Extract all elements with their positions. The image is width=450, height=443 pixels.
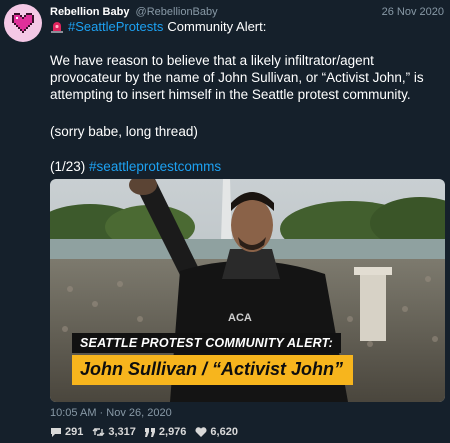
alert-suffix: Community Alert: xyxy=(167,19,267,34)
heart-icon xyxy=(195,426,207,437)
tweet-aside: (sorry babe, long thread) xyxy=(50,124,198,139)
thread-counter: (1/23) #seattleprotestcomms xyxy=(50,159,221,174)
photo-caption: SEATTLE PROTEST COMMUNITY ALERT: John Su… xyxy=(72,333,354,385)
pixel-heart-icon xyxy=(12,13,34,33)
quotes-count: 2,976 xyxy=(158,426,187,438)
caption-main: John Sullivan / “Activist John” xyxy=(72,355,354,385)
retweets-stat[interactable]: 3,317 xyxy=(92,426,136,438)
shirt-text: ACA xyxy=(228,312,252,324)
tweet-body: We have reason to believe that a likely … xyxy=(50,53,424,102)
quotes-stat[interactable]: 2,976 xyxy=(144,426,187,438)
reply-icon xyxy=(51,427,61,437)
tweet-media[interactable]: ACA SEATTLE PROTEST COMMUNITY ALERT: Joh… xyxy=(50,179,445,402)
thread-hashtag-link[interactable]: #seattleprotestcomms xyxy=(89,159,221,174)
replies-stat[interactable]: 291 xyxy=(50,426,83,438)
replies-count: 291 xyxy=(65,426,84,438)
engagement-stats: 291 3,317 2,976 6,620 xyxy=(50,426,238,438)
tweet-header: Rebellion Baby @RebellionBaby 26 Nov 202… xyxy=(50,6,444,20)
retweet-icon xyxy=(92,428,105,436)
siren-icon xyxy=(51,22,63,33)
avatar[interactable] xyxy=(4,4,42,42)
tweet-date[interactable]: 26 Nov 2020 xyxy=(382,6,444,18)
display-name[interactable]: Rebellion Baby xyxy=(50,6,129,18)
likes-stat[interactable]: 6,620 xyxy=(195,426,238,438)
user-handle[interactable]: @RebellionBaby xyxy=(136,6,218,18)
quote-icon xyxy=(144,427,155,437)
likes-count: 6,620 xyxy=(210,426,238,438)
caption-top: SEATTLE PROTEST COMMUNITY ALERT: xyxy=(72,333,341,353)
retweets-count: 3,317 xyxy=(108,426,136,438)
hashtag-link[interactable]: #SeattleProtests xyxy=(68,19,163,34)
tweet-timestamp[interactable]: 10:05 AM · Nov 26, 2020 xyxy=(50,407,172,419)
thread-count: (1/23) xyxy=(50,159,86,174)
alert-line: #SeattleProtests Community Alert: xyxy=(50,19,266,34)
